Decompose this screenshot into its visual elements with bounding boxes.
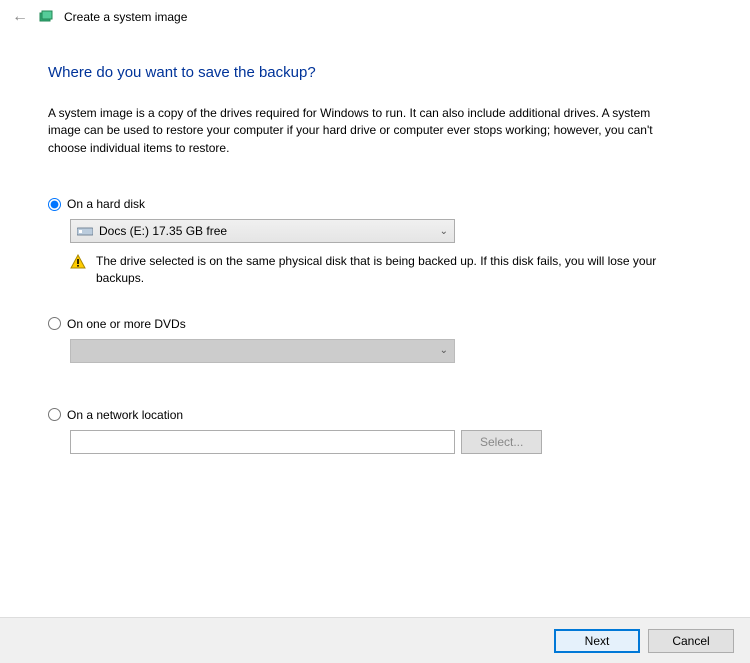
content-area: Where do you want to save the backup? A …	[0, 34, 750, 454]
next-button[interactable]: Next	[554, 629, 640, 653]
select-network-button[interactable]: Select...	[461, 430, 542, 454]
radio-dvd-label: On one or more DVDs	[67, 317, 186, 331]
radio-dvd[interactable]	[48, 317, 61, 330]
chevron-down-icon: ⌄	[440, 226, 448, 237]
dvd-select-combo: ⌄	[70, 339, 455, 363]
page-heading: Where do you want to save the backup?	[48, 64, 702, 81]
option-dvd: On one or more DVDs ⌄	[48, 317, 702, 363]
app-icon	[38, 9, 54, 25]
radio-network[interactable]	[48, 408, 61, 421]
back-arrow-icon[interactable]: ←	[12, 8, 28, 26]
drive-select-value: Docs (E:) 17.35 GB free	[99, 224, 227, 238]
option-network: On a network location Select...	[48, 408, 702, 454]
cancel-button[interactable]: Cancel	[648, 629, 734, 653]
option-hard-disk: On a hard disk Docs (E:) 17.35 GB free ⌄…	[48, 197, 702, 287]
page-description: A system image is a copy of the drives r…	[48, 105, 668, 157]
drive-icon	[77, 226, 93, 236]
footer: Next Cancel	[0, 617, 750, 663]
warning-row: The drive selected is on the same physic…	[70, 253, 670, 287]
chevron-down-icon: ⌄	[440, 345, 448, 356]
drive-select-combo[interactable]: Docs (E:) 17.35 GB free ⌄	[70, 219, 455, 243]
titlebar: ← Create a system image	[0, 0, 750, 34]
window-title: Create a system image	[64, 10, 187, 24]
radio-hard-disk-label: On a hard disk	[67, 197, 145, 211]
warning-icon	[70, 254, 86, 270]
network-path-input[interactable]	[70, 430, 455, 454]
radio-network-label: On a network location	[67, 408, 183, 422]
warning-text: The drive selected is on the same physic…	[96, 253, 670, 287]
radio-hard-disk[interactable]	[48, 198, 61, 211]
